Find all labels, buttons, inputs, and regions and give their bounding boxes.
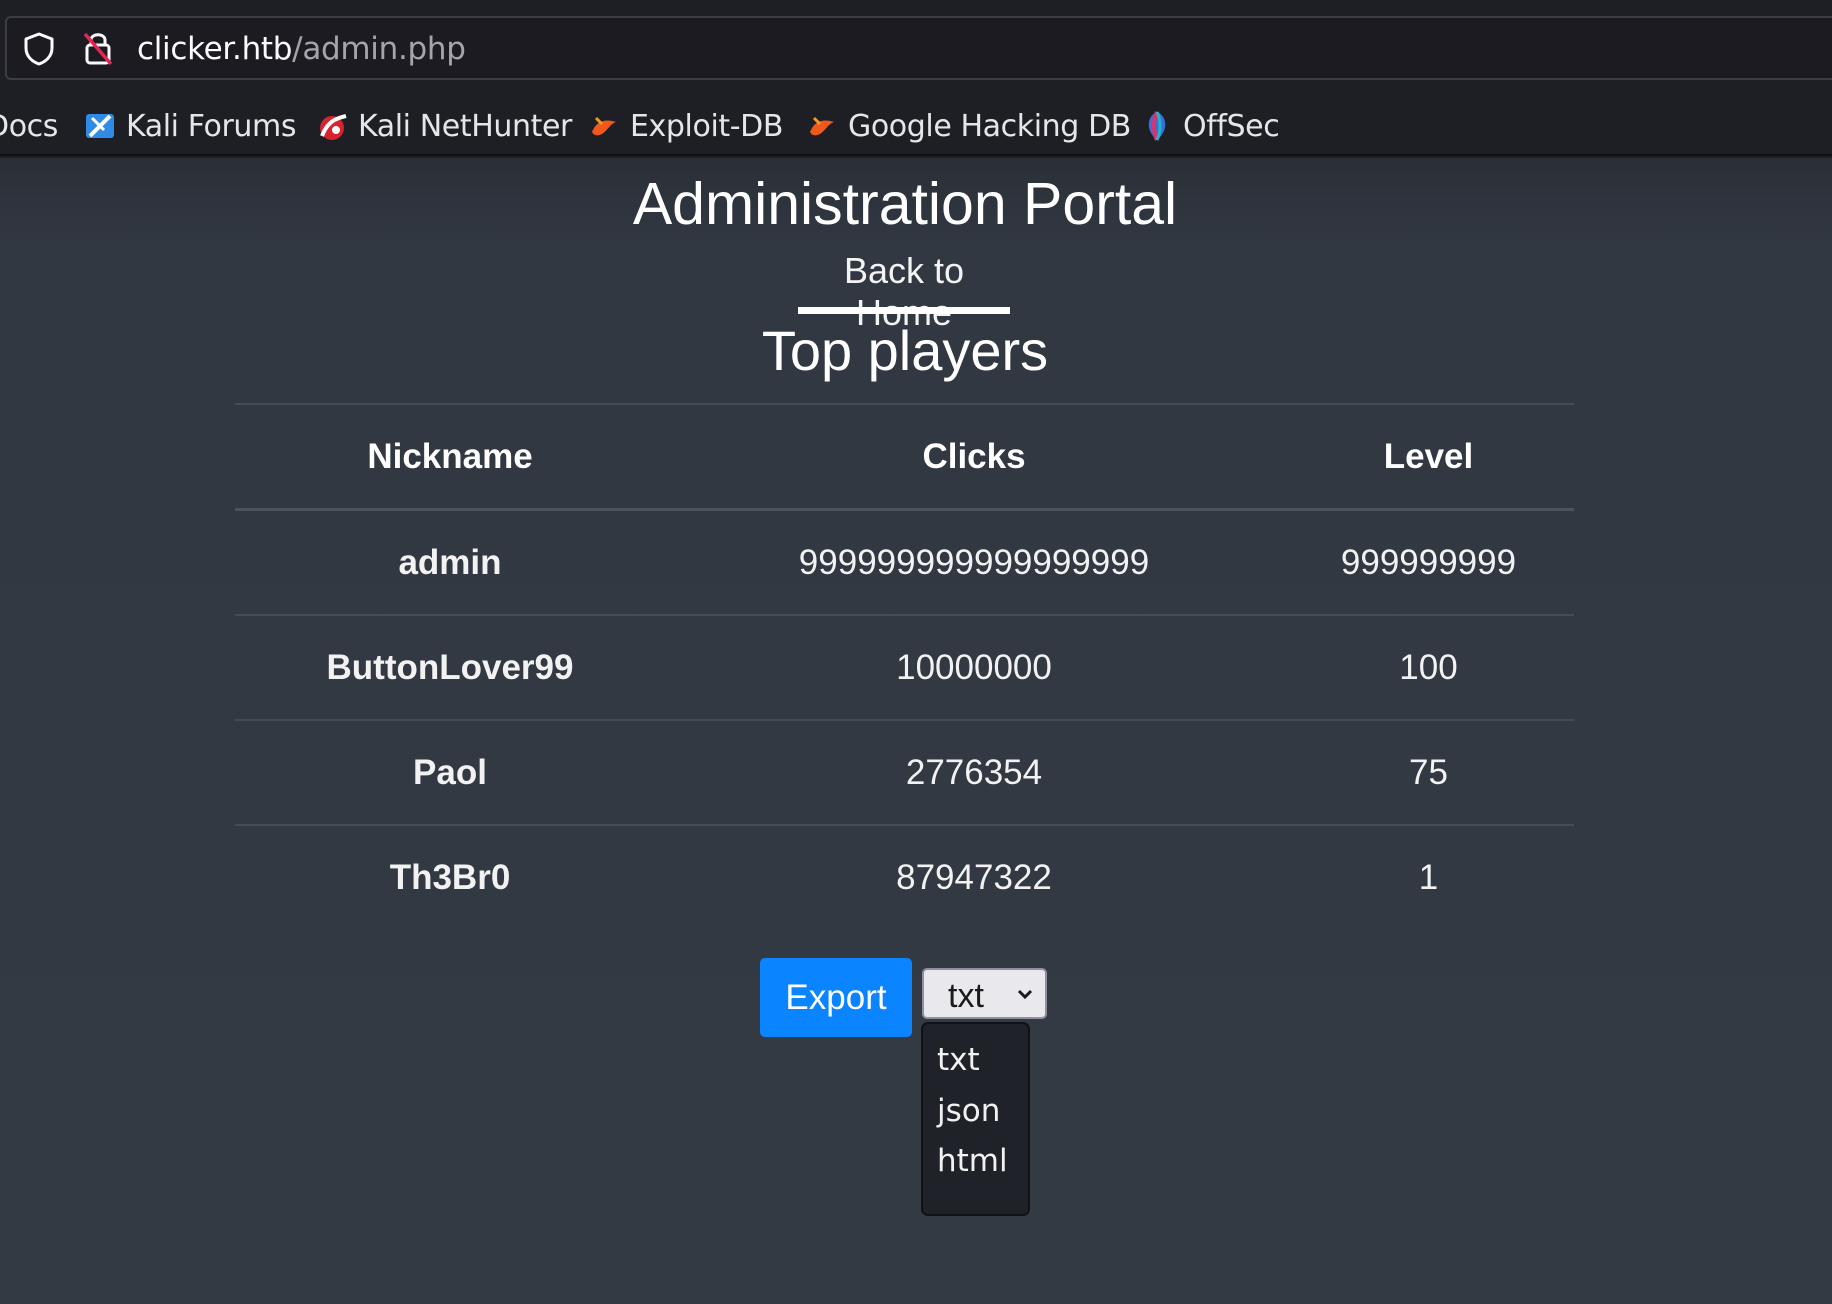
browser-toolbar: clicker.htb/admin.php Docs Kali Forums K…: [0, 0, 1832, 158]
tracking-protection-shield-icon[interactable]: [23, 32, 55, 71]
bookmark-label: Docs: [0, 108, 58, 144]
cell-clicks: 2776354: [665, 719, 1283, 825]
cell-clicks: 87947322: [665, 824, 1283, 929]
page-content: Administration Portal Back to Home Top p…: [0, 158, 1832, 1304]
cell-clicks: 10000000: [665, 614, 1283, 720]
format-option-txt[interactable]: txt: [937, 1042, 980, 1078]
table-row: Th3Br0 87947322 1: [235, 824, 1574, 929]
cell-nickname: ButtonLover99: [235, 614, 665, 720]
home-link-underline: [798, 307, 1010, 314]
table-header-row: Nickname Clicks Level: [235, 403, 1574, 511]
google-hacking-db-icon: [806, 110, 838, 142]
cell-level: 999999999: [1283, 508, 1574, 615]
bookmark-label: Exploit-DB: [630, 108, 784, 144]
bookmark-label: Kali NetHunter: [358, 108, 572, 144]
top-players-table: Nickname Clicks Level admin 999999999999…: [235, 403, 1574, 929]
cell-nickname: admin: [235, 508, 665, 615]
cell-level: 100: [1283, 614, 1574, 720]
bookmark-kali-nethunter[interactable]: Kali NetHunter: [316, 108, 572, 144]
format-option-html[interactable]: html: [937, 1143, 1008, 1179]
bookmark-label: Google Hacking DB: [848, 108, 1131, 144]
table-row: ButtonLover99 10000000 100: [235, 614, 1574, 720]
bookmark-kali-forums[interactable]: Kali Forums: [84, 108, 296, 144]
kali-nethunter-icon: [316, 110, 348, 142]
table-row: admin 999999999999999999 999999999: [235, 508, 1574, 615]
address-bar[interactable]: clicker.htb/admin.php: [5, 16, 1832, 80]
column-header-level: Level: [1283, 403, 1574, 511]
cell-level: 75: [1283, 719, 1574, 825]
bookmark-label: Kali Forums: [126, 108, 297, 144]
page-title: Administration Portal: [632, 171, 1178, 237]
bookmarks-bar: Docs Kali Forums Kali NetHunter Exploit-…: [0, 98, 1832, 156]
url-text[interactable]: clicker.htb/admin.php: [137, 31, 466, 67]
format-option-json[interactable]: json: [937, 1093, 1000, 1129]
selected-format: txt: [948, 977, 984, 1015]
table-row: Paol 2776354 75: [235, 719, 1574, 825]
chevron-down-icon: [1015, 984, 1035, 1009]
cell-nickname: Th3Br0: [235, 824, 665, 929]
offsec-icon: [1141, 110, 1173, 142]
section-title: Top players: [761, 319, 1049, 382]
bookmark-exploit-db[interactable]: Exploit-DB: [588, 108, 783, 144]
kali-forums-icon: [84, 110, 116, 142]
insecure-lock-icon[interactable]: [83, 30, 113, 71]
column-header-clicks: Clicks: [665, 403, 1283, 511]
url-path: /admin.php: [292, 31, 466, 67]
cell-level: 1: [1283, 824, 1574, 929]
url-host: clicker.htb: [137, 31, 293, 67]
export-button[interactable]: Export: [760, 958, 912, 1037]
bookmark-docs[interactable]: Docs: [0, 108, 58, 144]
column-header-nickname: Nickname: [235, 403, 665, 511]
cell-nickname: Paol: [235, 719, 665, 825]
cell-clicks: 999999999999999999: [665, 508, 1283, 615]
bookmark-google-hacking-db[interactable]: Google Hacking DB: [806, 108, 1131, 144]
bookmark-label: OffSec: [1183, 108, 1280, 144]
export-format-select[interactable]: txt: [922, 968, 1047, 1019]
exploit-db-icon: [588, 110, 620, 142]
bookmark-offsec[interactable]: OffSec: [1141, 108, 1280, 144]
export-format-dropdown: txt json html: [921, 1022, 1030, 1216]
